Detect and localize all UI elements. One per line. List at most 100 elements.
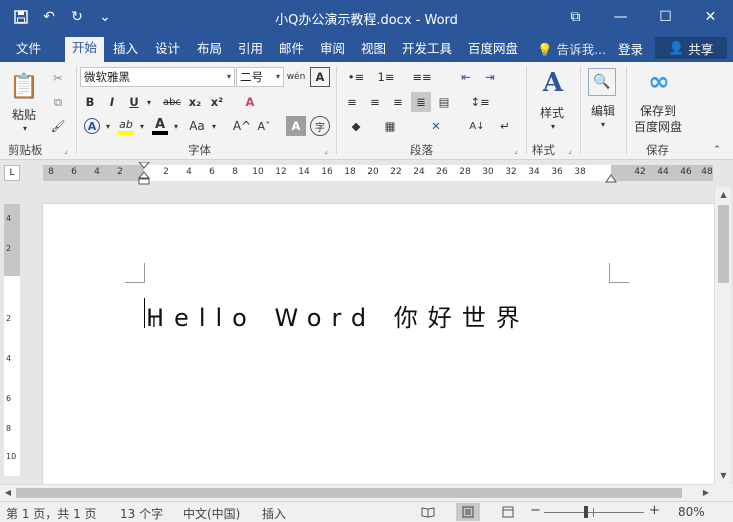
bullets-button[interactable]: •≡ — [342, 67, 370, 87]
word-count-status[interactable]: 13 个字 — [120, 505, 163, 522]
paste-dropdown-icon[interactable]: ▾ — [18, 122, 32, 134]
tab-baidu-pan[interactable]: 百度网盘 — [468, 39, 518, 62]
tab-mailings[interactable]: 邮件 — [279, 39, 304, 62]
chevron-down-icon[interactable]: ▾ — [546, 120, 560, 132]
align-center-button[interactable]: ≡ — [365, 92, 385, 112]
text-effects-button[interactable]: A — [82, 116, 102, 136]
editing-button-label[interactable]: 编辑 — [584, 102, 622, 119]
increase-indent-button[interactable]: ⇥ — [480, 67, 500, 87]
minimize-icon[interactable]: — — [598, 0, 643, 34]
numbering-button[interactable]: 1≡ — [372, 67, 400, 87]
print-layout-icon[interactable] — [456, 503, 480, 521]
highlight-button[interactable]: ab — [116, 116, 136, 136]
bold-button[interactable]: B — [82, 92, 98, 112]
tab-view[interactable]: 视图 — [361, 39, 386, 62]
save-icon[interactable] — [8, 6, 34, 28]
zoom-out-button[interactable]: − — [530, 503, 541, 518]
show-marks-button[interactable]: ↵ — [494, 116, 516, 136]
chevron-down-icon[interactable]: ▾ — [276, 68, 280, 86]
styles-icon[interactable]: A — [538, 66, 568, 100]
clipboard-launcher-icon[interactable]: ⌟ — [64, 146, 68, 155]
change-case-button[interactable]: Aa — [185, 116, 209, 136]
scroll-right-icon[interactable]: ▶ — [698, 485, 714, 501]
paste-button-label[interactable]: 粘贴 — [6, 106, 42, 123]
phonetic-guide-icon[interactable]: wén — [286, 67, 306, 87]
save-to-baidu-label-1[interactable]: 保存到 — [630, 102, 686, 119]
styles-button-label[interactable]: 样式 — [532, 104, 572, 121]
right-indent-marker-icon[interactable] — [605, 173, 617, 183]
character-border-icon[interactable]: A — [310, 67, 330, 87]
align-right-button[interactable]: ≡ — [388, 92, 408, 112]
tab-home[interactable]: 开始 — [65, 37, 105, 62]
undo-icon[interactable]: ↶ — [36, 6, 62, 28]
web-layout-icon[interactable] — [496, 503, 520, 521]
enclose-characters-button[interactable]: 字 — [310, 116, 330, 136]
vertical-ruler[interactable]: 4 2 2 4 6 8 10 — [4, 204, 20, 476]
shrink-font-button[interactable]: Aˇ — [254, 116, 274, 136]
page-count-status[interactable]: 第 1 页，共 1 页 — [6, 505, 97, 522]
login-button[interactable]: 登录 — [618, 39, 643, 58]
justify-button[interactable]: ≣ — [411, 92, 431, 112]
zoom-slider-thumb[interactable] — [584, 506, 588, 518]
close-icon[interactable]: ✕ — [688, 0, 733, 34]
sort-button[interactable]: A↓ — [466, 116, 488, 136]
styles-launcher-icon[interactable]: ⌟ — [568, 146, 572, 155]
distributed-button[interactable]: ▤ — [434, 92, 454, 112]
customize-qat-icon[interactable]: ⌄ — [92, 6, 118, 28]
read-mode-icon[interactable] — [416, 503, 440, 521]
scroll-left-icon[interactable]: ◀ — [0, 485, 16, 501]
multilevel-list-button[interactable]: ≡≡ — [402, 67, 442, 87]
subscript-button[interactable]: x₂ — [186, 92, 204, 112]
scroll-down-icon[interactable]: ▼ — [715, 468, 732, 484]
decrease-indent-button[interactable]: ⇤ — [456, 67, 476, 87]
baidu-pan-icon[interactable]: ∞ — [642, 67, 676, 97]
horizontal-scrollbar[interactable]: ◀ ▶ — [0, 484, 714, 501]
paragraph-launcher-icon[interactable]: ⌟ — [514, 146, 518, 155]
share-button[interactable]: 👤 共享 — [655, 37, 727, 59]
tab-design[interactable]: 设计 — [155, 39, 180, 62]
insert-mode-status[interactable]: 插入 — [262, 505, 286, 522]
save-to-baidu-label-2[interactable]: 百度网盘 — [630, 118, 686, 135]
zoom-in-button[interactable]: + — [649, 503, 660, 518]
chinese-layout-button[interactable]: ✕ — [422, 116, 450, 136]
cut-icon[interactable]: ✂ — [48, 68, 68, 88]
line-spacing-button[interactable]: ↕≡ — [466, 92, 494, 112]
document-text[interactable]: Hello Word 你好世界 — [146, 298, 530, 333]
italic-button[interactable]: I — [104, 92, 120, 112]
format-painter-icon[interactable]: 🖌 — [48, 116, 68, 136]
chevron-down-icon[interactable]: ▾ — [227, 68, 231, 86]
font-launcher-icon[interactable]: ⌟ — [324, 146, 328, 155]
chevron-down-icon[interactable]: ▾ — [596, 118, 610, 130]
tell-me-search[interactable]: 💡 告诉我... — [537, 39, 606, 58]
language-status[interactable]: 中文(中国) — [183, 505, 240, 522]
chevron-down-icon[interactable]: ▾ — [171, 116, 181, 136]
chevron-down-icon[interactable]: ▾ — [144, 92, 154, 112]
document-canvas[interactable]: Hello Word 你好世界 I — [22, 187, 714, 484]
collapse-ribbon-icon[interactable]: ⌃ — [710, 144, 724, 156]
grow-font-button[interactable]: A^ — [232, 116, 252, 136]
chevron-down-icon[interactable]: ▾ — [137, 116, 147, 136]
clear-formatting-icon[interactable]: A — [240, 92, 260, 112]
horizontal-ruler[interactable]: 8 6 4 2 2 4 6 8 10 12 14 16 18 20 22 24 … — [43, 162, 713, 185]
shading-button[interactable]: ◆ — [342, 116, 370, 136]
tab-insert[interactable]: 插入 — [113, 39, 138, 62]
zoom-slider[interactable] — [544, 512, 644, 513]
tab-file[interactable]: 文件 — [16, 39, 41, 62]
vertical-scroll-thumb[interactable] — [718, 205, 729, 283]
zoom-level[interactable]: 80% — [678, 505, 705, 519]
ribbon-display-icon[interactable]: ⧉ — [553, 0, 598, 34]
superscript-button[interactable]: x² — [208, 92, 226, 112]
horizontal-scroll-thumb[interactable] — [16, 488, 682, 498]
tab-layout[interactable]: 布局 — [197, 39, 222, 62]
font-color-button[interactable]: A — [150, 116, 170, 136]
indent-marker-icon[interactable] — [138, 162, 150, 186]
chevron-down-icon[interactable]: ▾ — [209, 116, 219, 136]
redo-icon[interactable]: ↻ — [64, 6, 90, 28]
document-page[interactable]: Hello Word 你好世界 I — [43, 204, 714, 484]
search-icon[interactable]: 🔍 — [588, 68, 616, 96]
copy-icon[interactable]: ⧉ — [48, 92, 68, 112]
chevron-down-icon[interactable]: ▾ — [103, 116, 113, 136]
tab-review[interactable]: 审阅 — [320, 39, 345, 62]
font-name-input[interactable]: 微软雅黑 ▾ — [80, 67, 235, 87]
paste-icon[interactable]: 📋 — [8, 68, 40, 104]
